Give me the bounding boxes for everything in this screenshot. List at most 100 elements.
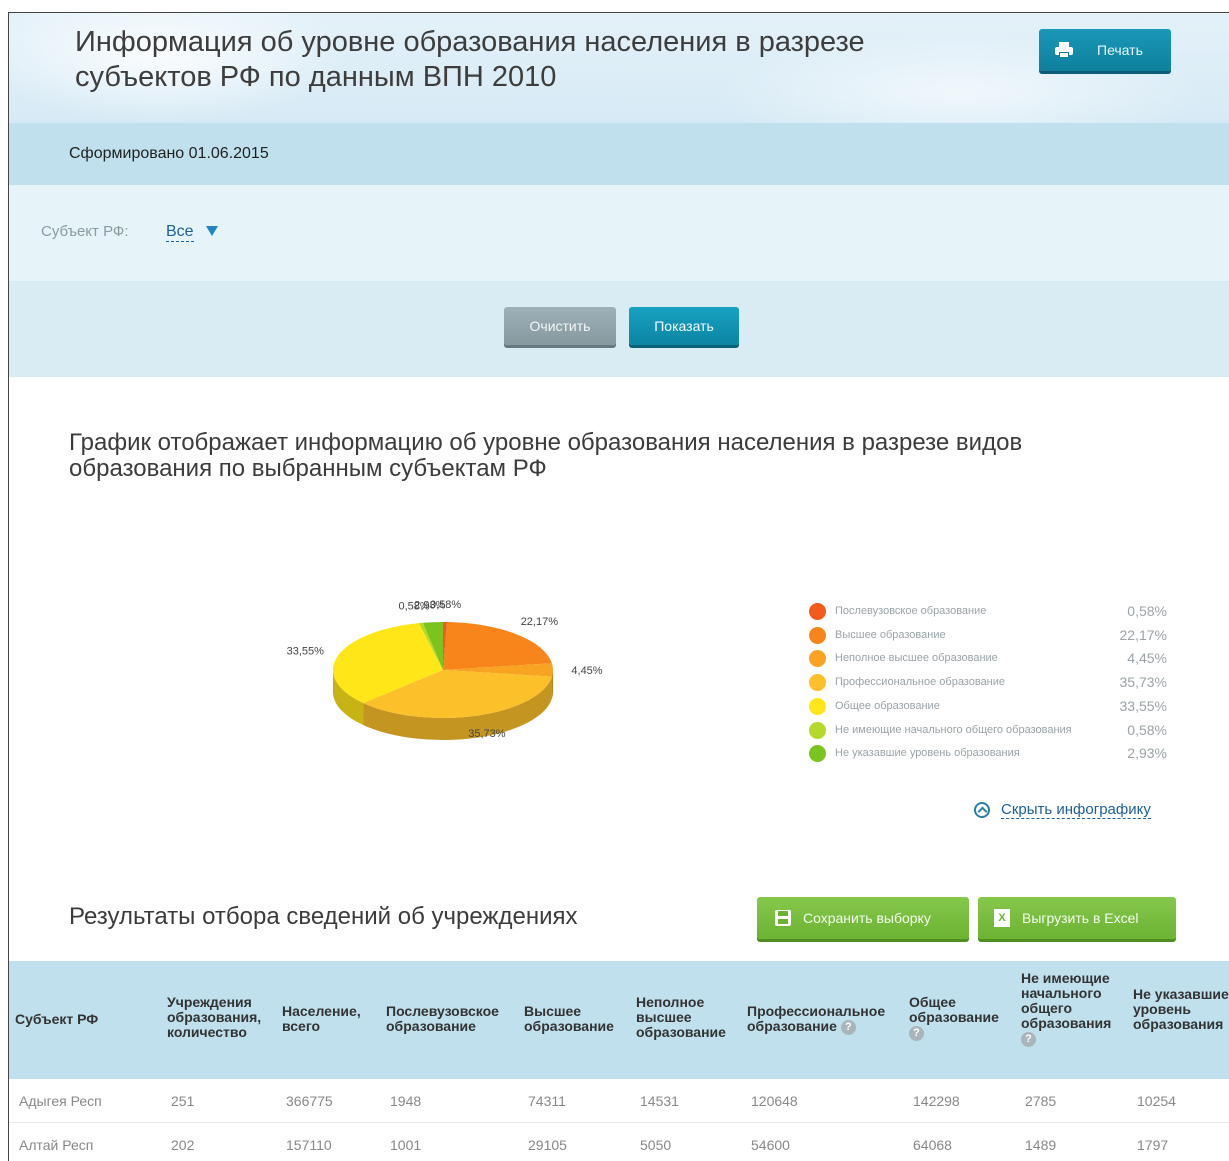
table-cell: 202 bbox=[171, 1137, 195, 1153]
question-icon[interactable]: ? bbox=[840, 1019, 856, 1035]
column-header[interactable]: Неполное высшее образование bbox=[636, 995, 736, 1040]
legend-item[interactable]: Не указавшие уровень образования 2,93% bbox=[809, 743, 1169, 765]
legend-item[interactable]: Высшее образование 22,17% bbox=[809, 625, 1169, 647]
table-cell: 5050 bbox=[640, 1137, 672, 1153]
table-cell: 1797 bbox=[1137, 1137, 1169, 1153]
table-cell: 366775 bbox=[286, 1093, 333, 1109]
legend-label: Послевузовское образование bbox=[835, 605, 987, 617]
legend-swatch bbox=[809, 650, 826, 668]
table-cell: 14531 bbox=[640, 1093, 679, 1109]
legend-swatch bbox=[809, 626, 826, 644]
table-cell: 142298 bbox=[913, 1093, 960, 1109]
question-icon[interactable]: ? bbox=[909, 1025, 924, 1041]
pie-data-label: 4,45% bbox=[571, 665, 602, 677]
pie-data-label: 22,17% bbox=[521, 616, 559, 628]
table-header: Субъект РФ Учреждения образования, колич… bbox=[9, 961, 1229, 1079]
table-cell: 54600 bbox=[751, 1137, 790, 1153]
legend-item[interactable]: Общее образование 33,55% bbox=[809, 696, 1169, 718]
table-cell: 2785 bbox=[1025, 1093, 1057, 1109]
table-row[interactable]: Алтай Респ 202 157110 1001 29105 5050 54… bbox=[9, 1123, 1229, 1161]
legend-label: Профессиональное образование bbox=[835, 676, 1006, 689]
print-button[interactable]: Печать bbox=[1039, 29, 1171, 71]
column-header[interactable]: Высшее образование bbox=[524, 1004, 624, 1034]
question-icon[interactable]: ? bbox=[1021, 1031, 1036, 1047]
column-header[interactable]: Общее образование ? bbox=[909, 995, 1009, 1041]
hide-infographic-link[interactable]: Скрыть инфографику bbox=[974, 801, 1151, 819]
pie-chart: 0,58%22,17%4,45%35,73%33,55%0,58%2,93% bbox=[287, 599, 603, 740]
printer-icon bbox=[1055, 42, 1073, 58]
filter-actions: Очистить Показать bbox=[9, 281, 1229, 377]
table-cell: Алтай Респ bbox=[19, 1137, 94, 1153]
generated-bar: Сформировано 01.06.2015 bbox=[9, 123, 1229, 185]
collapse-icon bbox=[974, 802, 990, 818]
legend-swatch bbox=[809, 603, 826, 620]
column-header-label: Общее образование bbox=[909, 994, 999, 1025]
legend-item[interactable]: Не имеющие начального общего образования… bbox=[809, 720, 1169, 742]
filter-panel: Субъект РФ: Все bbox=[9, 185, 1229, 281]
save-selection-label: Сохранить выборку bbox=[803, 910, 931, 926]
column-header[interactable]: Не имеющие начального общего образования… bbox=[1021, 971, 1123, 1047]
legend-value: 33,55% bbox=[1119, 697, 1167, 714]
legend-label: Высшее образование bbox=[835, 628, 946, 641]
export-excel-button[interactable]: X Выгрузить в Excel bbox=[978, 897, 1176, 939]
subject-filter-label: Субъект РФ: bbox=[41, 223, 129, 240]
column-header-label: Профессиональное образование bbox=[747, 1003, 886, 1034]
legend-swatch bbox=[809, 697, 826, 715]
column-header[interactable]: Послевузовское образование bbox=[386, 1004, 516, 1034]
floppy-disk-icon bbox=[775, 910, 791, 926]
subject-filter-dropdown[interactable]: Все bbox=[166, 223, 194, 242]
page-header: Информация об уровне образования населен… bbox=[9, 13, 1229, 123]
generated-date: Сформировано 01.06.2015 bbox=[69, 145, 269, 162]
save-selection-button[interactable]: Сохранить выборку bbox=[757, 897, 969, 939]
legend-label: Не имеющие начального общего образования bbox=[835, 723, 1072, 736]
legend-swatch bbox=[809, 721, 826, 739]
table-cell: 74311 bbox=[528, 1093, 566, 1109]
table-cell: 29105 bbox=[528, 1137, 567, 1153]
pie-data-label: 2,93% bbox=[414, 599, 445, 611]
column-header[interactable]: Профессиональное образование ? bbox=[747, 1004, 897, 1035]
table-cell: 157110 bbox=[286, 1137, 332, 1153]
pie-data-label: 33,55% bbox=[287, 646, 325, 658]
legend-label: Общее образование bbox=[835, 699, 940, 712]
legend-swatch bbox=[809, 674, 826, 692]
export-excel-label: Выгрузить в Excel bbox=[1022, 910, 1139, 926]
legend-value: 4,45% bbox=[1127, 650, 1167, 667]
column-header[interactable]: Учреждения образования, количество bbox=[167, 995, 277, 1040]
table-row[interactable]: Адыгея Респ 251 366775 1948 74311 14531 … bbox=[9, 1079, 1229, 1123]
legend-value: 0,58% bbox=[1127, 721, 1167, 738]
legend-label: Неполное высшее образование bbox=[835, 652, 998, 665]
legend-item[interactable]: Неполное высшее образование 4,45% bbox=[809, 648, 1169, 670]
pie-slice[interactable] bbox=[443, 622, 552, 670]
column-header[interactable]: Субъект РФ bbox=[15, 1012, 98, 1027]
chart-section-title: График отображает информацию об уровне о… bbox=[69, 429, 1023, 482]
table-cell: 1489 bbox=[1025, 1137, 1057, 1153]
pie-data-label: 35,73% bbox=[468, 728, 506, 740]
print-button-label: Печать bbox=[1097, 42, 1143, 58]
legend-value: 35,73% bbox=[1119, 674, 1167, 691]
legend-value: 22,17% bbox=[1119, 626, 1167, 643]
excel-icon: X bbox=[994, 909, 1010, 927]
page-title: Информация об уровне образования населен… bbox=[75, 26, 865, 93]
column-header[interactable]: Не указавшие уровень образования bbox=[1133, 987, 1229, 1032]
clear-button[interactable]: Очистить bbox=[504, 307, 616, 345]
table-cell: 64068 bbox=[913, 1137, 952, 1153]
show-button[interactable]: Показать bbox=[629, 307, 739, 345]
results-title: Результаты отбора сведений об учреждения… bbox=[69, 903, 578, 930]
legend-value: 0,58% bbox=[1127, 603, 1167, 619]
table-cell: 251 bbox=[171, 1093, 195, 1109]
legend-swatch bbox=[809, 745, 826, 763]
table-cell: 1948 bbox=[390, 1093, 422, 1109]
column-header[interactable]: Население, всего bbox=[282, 1004, 372, 1034]
hide-infographic-label: Скрыть инфографику bbox=[1001, 801, 1151, 819]
legend-value: 2,93% bbox=[1127, 745, 1167, 762]
table-cell: 10254 bbox=[1137, 1093, 1176, 1109]
table-cell: Адыгея Респ bbox=[19, 1093, 102, 1109]
page-frame: Информация об уровне образования населен… bbox=[8, 12, 1229, 1161]
table-cell: 120648 bbox=[751, 1093, 798, 1109]
table-cell: 1001 bbox=[390, 1137, 422, 1153]
legend-item[interactable]: Послевузовское образование 0,58% bbox=[809, 601, 1169, 623]
legend-label: Не указавшие уровень образования bbox=[835, 747, 1020, 760]
column-header-label: Не имеющие начального общего образования bbox=[1021, 970, 1112, 1031]
caret-down-icon[interactable] bbox=[206, 226, 218, 236]
legend-item[interactable]: Профессиональное образование 35,73% bbox=[809, 672, 1169, 694]
